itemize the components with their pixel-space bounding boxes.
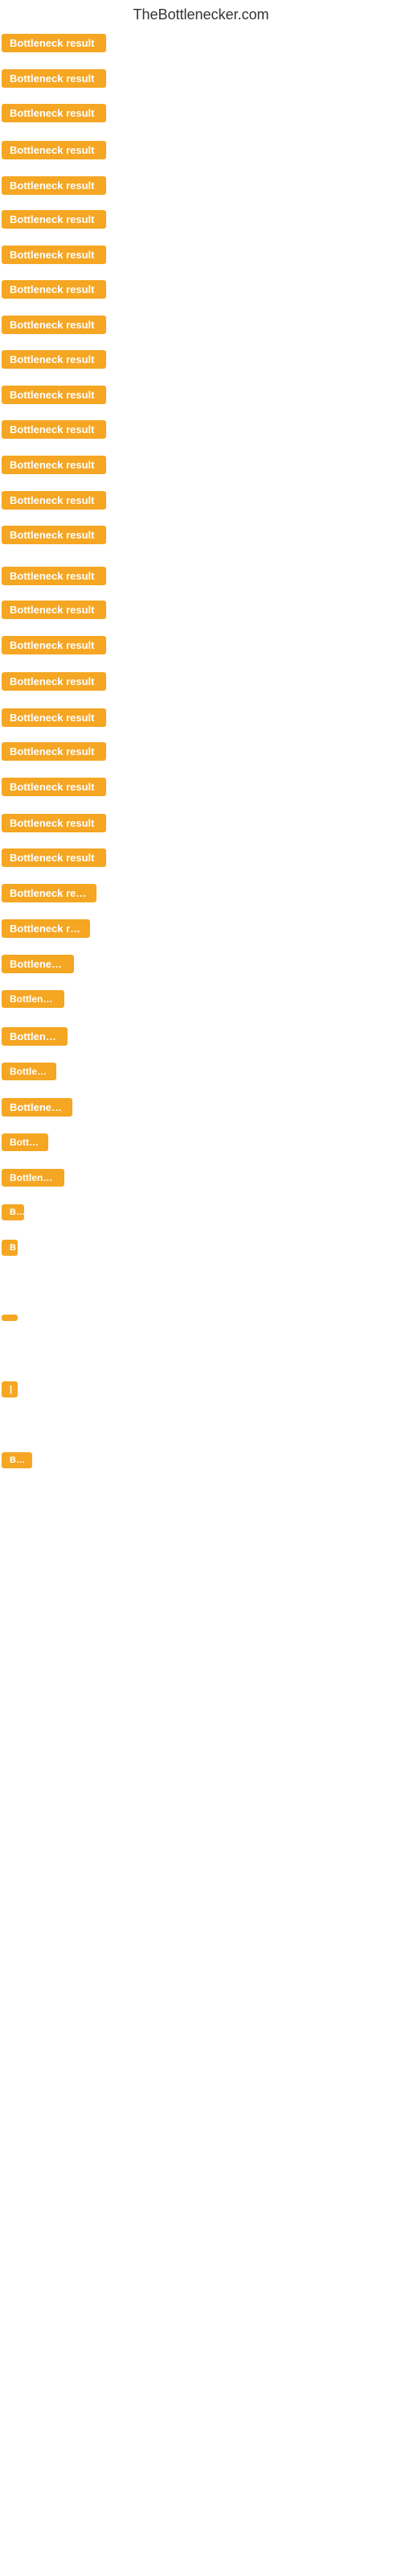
bottleneck-badge-35 <box>2 1315 18 1321</box>
bottleneck-badge-16: Bottleneck result <box>2 601 106 619</box>
bottleneck-badge-24: Bottleneck result <box>2 884 96 902</box>
bottleneck-badge-2: Bottleneck result <box>2 104 106 122</box>
bottleneck-badge-19: Bottleneck result <box>2 708 106 727</box>
bottleneck-badge-15: Bottleneck result <box>2 567 106 585</box>
bottleneck-badge-30: Bottleneck re <box>2 1098 72 1117</box>
bottleneck-badge-18: Bottleneck result <box>2 672 106 691</box>
bottleneck-badge-1: Bottleneck result <box>2 69 106 88</box>
bottleneck-badge-32: Bottleneck <box>2 1169 64 1187</box>
bottleneck-badge-9: Bottleneck result <box>2 350 106 369</box>
bottleneck-badge-17: Bottleneck result <box>2 636 106 654</box>
bottleneck-badge-13: Bottleneck result <box>2 491 106 510</box>
bottleneck-badge-28: Bottleneck r <box>2 1027 68 1046</box>
bottleneck-badge-8: Bottleneck result <box>2 316 106 334</box>
bottleneck-badge-10: Bottleneck result <box>2 386 106 404</box>
bottleneck-badge-14: Bottleneck result <box>2 526 106 544</box>
bottleneck-badge-31: Bottlen <box>2 1133 48 1151</box>
bottleneck-badge-7: Bottleneck result <box>2 280 106 299</box>
bottleneck-badge-29: Bottlenec <box>2 1063 56 1080</box>
bottleneck-badge-4: Bottleneck result <box>2 176 106 195</box>
bottleneck-badge-33: Bo <box>2 1204 24 1220</box>
bottleneck-badge-3: Bottleneck result <box>2 141 106 159</box>
bottleneck-badge-20: Bottleneck result <box>2 742 106 761</box>
site-title: TheBottlenecker.com <box>0 0 402 27</box>
bottleneck-badge-27: Bottleneck <box>2 990 64 1008</box>
bottleneck-badge-12: Bottleneck result <box>2 456 106 474</box>
bottleneck-badge-6: Bottleneck result <box>2 246 106 264</box>
bottleneck-badge-11: Bottleneck result <box>2 420 106 439</box>
bottleneck-badge-26: Bottleneck result <box>2 955 74 973</box>
bottleneck-badge-21: Bottleneck result <box>2 778 106 796</box>
bottleneck-badge-37: Bott <box>2 1452 32 1468</box>
bottleneck-badge-0: Bottleneck result <box>2 34 106 52</box>
bottleneck-badge-22: Bottleneck result <box>2 814 106 832</box>
bottleneck-badge-5: Bottleneck result <box>2 210 106 229</box>
bottleneck-badge-34: B <box>2 1240 18 1256</box>
bottleneck-badge-36: | <box>2 1381 18 1397</box>
bottleneck-badge-23: Bottleneck result <box>2 848 106 867</box>
bottleneck-badge-25: Bottleneck result <box>2 919 90 938</box>
